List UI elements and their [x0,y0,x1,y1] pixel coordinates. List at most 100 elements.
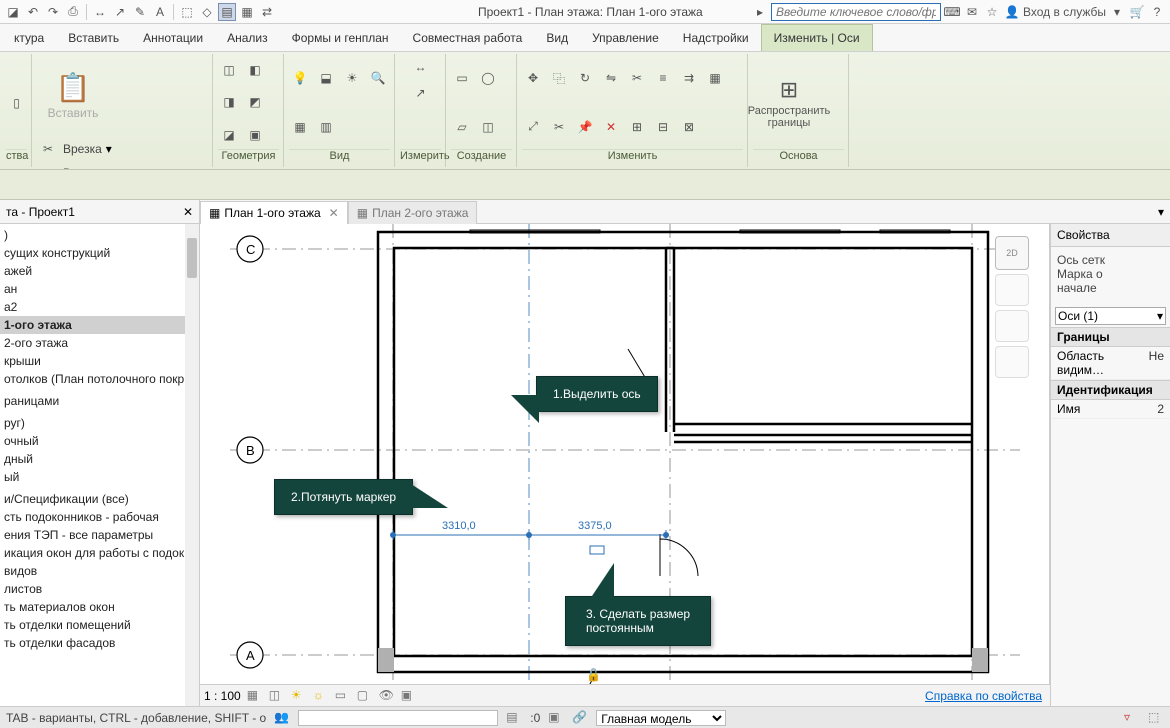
projbrowser-item[interactable]: ть материалов окон [0,598,199,616]
tab-8[interactable]: Надстройки [671,24,761,51]
viewcube-icon[interactable]: 2D [995,236,1029,270]
cut-join-icon[interactable]: ✂ [37,138,59,160]
tab-5[interactable]: Совместная работа [401,24,535,51]
text-icon[interactable]: A [151,3,169,21]
project-browser[interactable]: )сущих конструкцийажейана21-ого этажа2-о… [0,224,200,708]
type-selector[interactable]: Оси (1)▾ [1055,307,1166,325]
tab-3[interactable]: Анализ [215,24,280,51]
dim-icon[interactable]: ↗ [111,3,129,21]
projbrowser-item[interactable]: очный [0,432,199,450]
nav-wheel-icon[interactable] [995,274,1029,306]
tab-modify-grids[interactable]: Изменить | Оси [761,24,873,51]
grid-icon[interactable]: ⊟ [652,116,674,138]
switch-icon[interactable]: ⇄ [258,3,276,21]
tab-7[interactable]: Управление [580,24,671,51]
undo-icon[interactable]: ↶ [24,3,42,21]
view-icon[interactable]: 💡 [289,67,311,89]
cart-icon[interactable]: 🛒 [1128,3,1146,21]
geom-icon[interactable]: ▣ [244,124,266,146]
geom-icon[interactable]: ◪ [218,124,240,146]
geom-icon[interactable]: ◨ [218,91,240,113]
split-icon[interactable]: ✂ [548,116,570,138]
grid-icon[interactable]: ⊠ [678,116,700,138]
login-label[interactable]: Вход в службы [1023,5,1106,19]
projbrowser-item[interactable]: крыши [0,352,199,370]
selection-icon[interactable]: ⬚ [1148,710,1164,726]
model-selector[interactable]: Главная модель [596,710,726,726]
projbrowser-item[interactable]: ть отделки фасадов [0,634,199,652]
drawing-canvas[interactable]: 3310,0 3375,0 🔓 C B A 2D 1.Выделить ось … [200,224,1050,708]
view-tab-1[interactable]: ▦ План 1-ого этажа ✕ [200,201,348,224]
info-icon[interactable]: ▸ [751,3,769,21]
view-icon[interactable]: ▦ [289,116,311,138]
user-icon[interactable]: 👤 [1003,3,1021,21]
mirror-icon[interactable]: ⇋ [600,67,622,89]
trim-icon[interactable]: ✂ [626,67,648,89]
status-field[interactable] [298,710,498,726]
view-icon[interactable]: 🔍 [367,67,389,89]
dropdown-icon[interactable]: ▾ [1108,3,1126,21]
create-icon[interactable]: ▭ [451,67,473,89]
detail-level-icon[interactable]: ▦ [247,688,263,704]
dim-icon[interactable]: ↔ [410,56,432,78]
projbrowser-item[interactable]: дный [0,450,199,468]
cut-icon[interactable]: ✂ [37,162,59,170]
projbrowser-item[interactable]: ть отделки помещений [0,616,199,634]
tab-1[interactable]: Вставить [56,24,131,51]
measure-icon[interactable]: ↔ [91,3,109,21]
projbrowser-item[interactable]: раницами [0,392,199,410]
projbrowser-item[interactable]: 1-ого этажа [0,316,199,334]
projbrowser-item[interactable]: видов [0,562,199,580]
navigation-bar[interactable]: 2D [995,236,1031,376]
create-icon[interactable]: ◯ [477,67,499,89]
align-icon[interactable]: ≡ [652,67,674,89]
tab-6[interactable]: Вид [534,24,580,51]
create-icon[interactable]: ◫ [477,116,499,138]
projbrowser-item[interactable]: листов [0,580,199,598]
projbrowser-item[interactable]: сущих конструкций [0,244,199,262]
projbrowser-item[interactable]: ажей [0,262,199,280]
projbrowser-item[interactable]: руг) [0,414,199,432]
projbrowser-item[interactable]: отолков (План потолочного покр [0,370,199,388]
projbrowser-item[interactable]: и/Спецификации (все) [0,490,199,508]
propagate-extents-button[interactable]: ⊞ Распространить границы [753,64,825,142]
crop-vis-icon[interactable]: ▢ [357,688,373,704]
worksets-icon[interactable]: 👥 [274,710,290,726]
projbrowser-item[interactable]: 2-ого этажа [0,334,199,352]
keyboard-icon[interactable]: ⌨ [943,3,961,21]
view3d-icon[interactable]: ⬚ [178,3,196,21]
tab-4[interactable]: Формы и генплан [280,24,401,51]
move-icon[interactable]: ✥ [522,67,544,89]
measure-icon[interactable]: ↗ [410,82,432,104]
editable-only-icon[interactable]: ▣ [548,710,564,726]
thin-lines-icon[interactable]: ▤ [218,3,236,21]
projbrowser-item[interactable]: ения ТЭП - все параметры [0,526,199,544]
prop-row[interactable]: Имя2 [1051,400,1170,419]
close-icon[interactable]: ✕ [329,206,339,220]
geom-icon[interactable]: ◫ [218,59,240,81]
projbrowser-item[interactable]: ый [0,468,199,486]
array-icon[interactable]: ▦ [704,67,726,89]
close-hidden-icon[interactable]: ▦ [238,3,256,21]
projbrowser-item[interactable]: а2 [0,298,199,316]
pin-icon[interactable]: 📌 [574,116,596,138]
pan-icon[interactable] [995,310,1029,342]
view-icon[interactable]: ▥ [315,116,337,138]
redo-icon[interactable]: ↷ [44,3,62,21]
tab-0[interactable]: ктура [2,24,56,51]
shadows-icon[interactable]: ☼ [313,688,329,704]
geom-icon[interactable]: ◧ [244,59,266,81]
section-icon[interactable]: ◇ [198,3,216,21]
crop-icon[interactable]: ▭ [335,688,351,704]
scrollbar[interactable] [185,224,199,708]
filter-icon[interactable]: ▿ [1124,710,1140,726]
view-tab-2[interactable]: ▦ План 2-ого этажа [348,201,478,224]
tab-2[interactable]: Аннотации [131,24,215,51]
geom-icon[interactable]: ◩ [244,91,266,113]
comm-icon[interactable]: ✉ [963,3,981,21]
projbrowser-item[interactable]: ) [0,226,199,244]
search-input[interactable] [771,3,941,21]
grid-icon[interactable]: ⊞ [626,116,648,138]
scale-icon[interactable]: ⤢ [522,116,544,138]
projbrowser-item[interactable]: сть подоконников - рабочая [0,508,199,526]
